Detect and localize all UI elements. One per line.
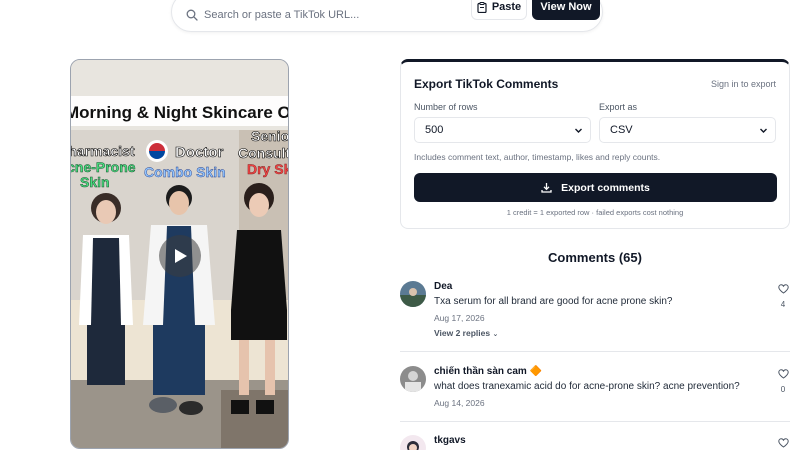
avatar-image bbox=[400, 281, 426, 307]
heart-icon bbox=[777, 284, 789, 294]
sign-in-link[interactable]: Sign in to export bbox=[711, 79, 776, 89]
svg-text:Doctor: Doctor bbox=[175, 144, 223, 161]
clipboard-icon bbox=[477, 1, 487, 13]
view-now-button[interactable]: View Now bbox=[532, 0, 600, 20]
like-button[interactable]: 4 bbox=[776, 281, 790, 309]
svg-text:Combo Skin: Combo Skin bbox=[144, 164, 226, 180]
rows-select[interactable]: 500 bbox=[414, 117, 591, 143]
svg-text:Dry Skin: Dry Skin bbox=[247, 161, 289, 177]
svg-text:Morning & Night Skincare Order: Morning & Night Skincare Order bbox=[71, 103, 289, 122]
divider bbox=[400, 421, 790, 422]
avatar[interactable] bbox=[400, 281, 426, 307]
comment-text: what does tranexamic acid do for acne-pr… bbox=[434, 381, 740, 392]
comment-item: tkgavs bbox=[400, 435, 790, 450]
comment-author[interactable]: tkgavs bbox=[434, 435, 466, 446]
export-comments-button[interactable]: Export comments bbox=[414, 173, 777, 202]
chevron-down-icon bbox=[760, 128, 767, 133]
chevron-down-icon: ⌄ bbox=[492, 331, 499, 338]
comment-author[interactable]: chiến thần sàn cam 🔶 bbox=[434, 366, 542, 377]
export-button-label: Export comments bbox=[561, 181, 650, 194]
format-value: CSV bbox=[610, 124, 633, 136]
format-select[interactable]: CSV bbox=[599, 117, 776, 143]
svg-text:Pharmacist: Pharmacist bbox=[71, 143, 135, 159]
video-preview[interactable]: Morning & Night Skincare Order Pharmacis… bbox=[70, 59, 289, 449]
comment-text: Txa serum for all brand are good for acn… bbox=[434, 296, 673, 307]
credit-footnote: 1 credit = 1 exported row · failed expor… bbox=[506, 208, 684, 217]
view-replies-link[interactable]: View 2 replies ⌄ bbox=[434, 328, 498, 338]
rows-value: 500 bbox=[425, 124, 444, 136]
rows-label: Number of rows bbox=[414, 102, 478, 112]
export-title: Export TikTok Comments bbox=[414, 77, 559, 91]
view-replies-label: View 2 replies bbox=[434, 328, 491, 338]
like-button[interactable]: 0 bbox=[776, 366, 790, 394]
svg-text:Consultant: Consultant bbox=[238, 145, 289, 161]
avatar-image bbox=[400, 366, 426, 392]
like-count: 4 bbox=[780, 300, 786, 309]
comment-item: Dea Txa serum for all brand are good for… bbox=[400, 281, 790, 341]
search-input[interactable] bbox=[204, 6, 464, 24]
search-bar: Paste View Now bbox=[171, 0, 603, 32]
comment-item: chiến thần sàn cam 🔶 what does tranexami… bbox=[400, 366, 790, 414]
comment-date: Aug 14, 2026 bbox=[434, 398, 485, 408]
avatar-image bbox=[400, 435, 426, 450]
divider bbox=[400, 351, 790, 352]
heart-icon bbox=[777, 369, 789, 379]
play-button[interactable] bbox=[159, 235, 201, 277]
play-icon bbox=[175, 249, 187, 263]
export-card: Export TikTok Comments Sign in to export… bbox=[400, 59, 790, 229]
paste-label: Paste bbox=[491, 1, 522, 13]
paste-button[interactable]: Paste bbox=[471, 0, 527, 20]
avatar[interactable] bbox=[400, 366, 426, 392]
heart-icon bbox=[777, 438, 789, 448]
comment-author[interactable]: Dea bbox=[434, 281, 452, 292]
svg-text:Skin: Skin bbox=[80, 174, 110, 190]
search-icon bbox=[186, 9, 198, 21]
comments-heading: Comments (65) bbox=[548, 250, 642, 265]
chevron-down-icon bbox=[575, 128, 582, 133]
svg-text:Acne-Prone: Acne-Prone bbox=[71, 159, 136, 175]
svg-text:Senior: Senior bbox=[251, 128, 289, 144]
like-count: 0 bbox=[780, 385, 786, 394]
export-hint: Includes comment text, author, timestamp… bbox=[414, 152, 661, 162]
avatar[interactable] bbox=[400, 435, 426, 450]
comment-date: Aug 17, 2026 bbox=[434, 313, 485, 323]
like-button[interactable] bbox=[776, 435, 790, 450]
format-label: Export as bbox=[599, 102, 638, 112]
download-icon bbox=[541, 183, 552, 193]
